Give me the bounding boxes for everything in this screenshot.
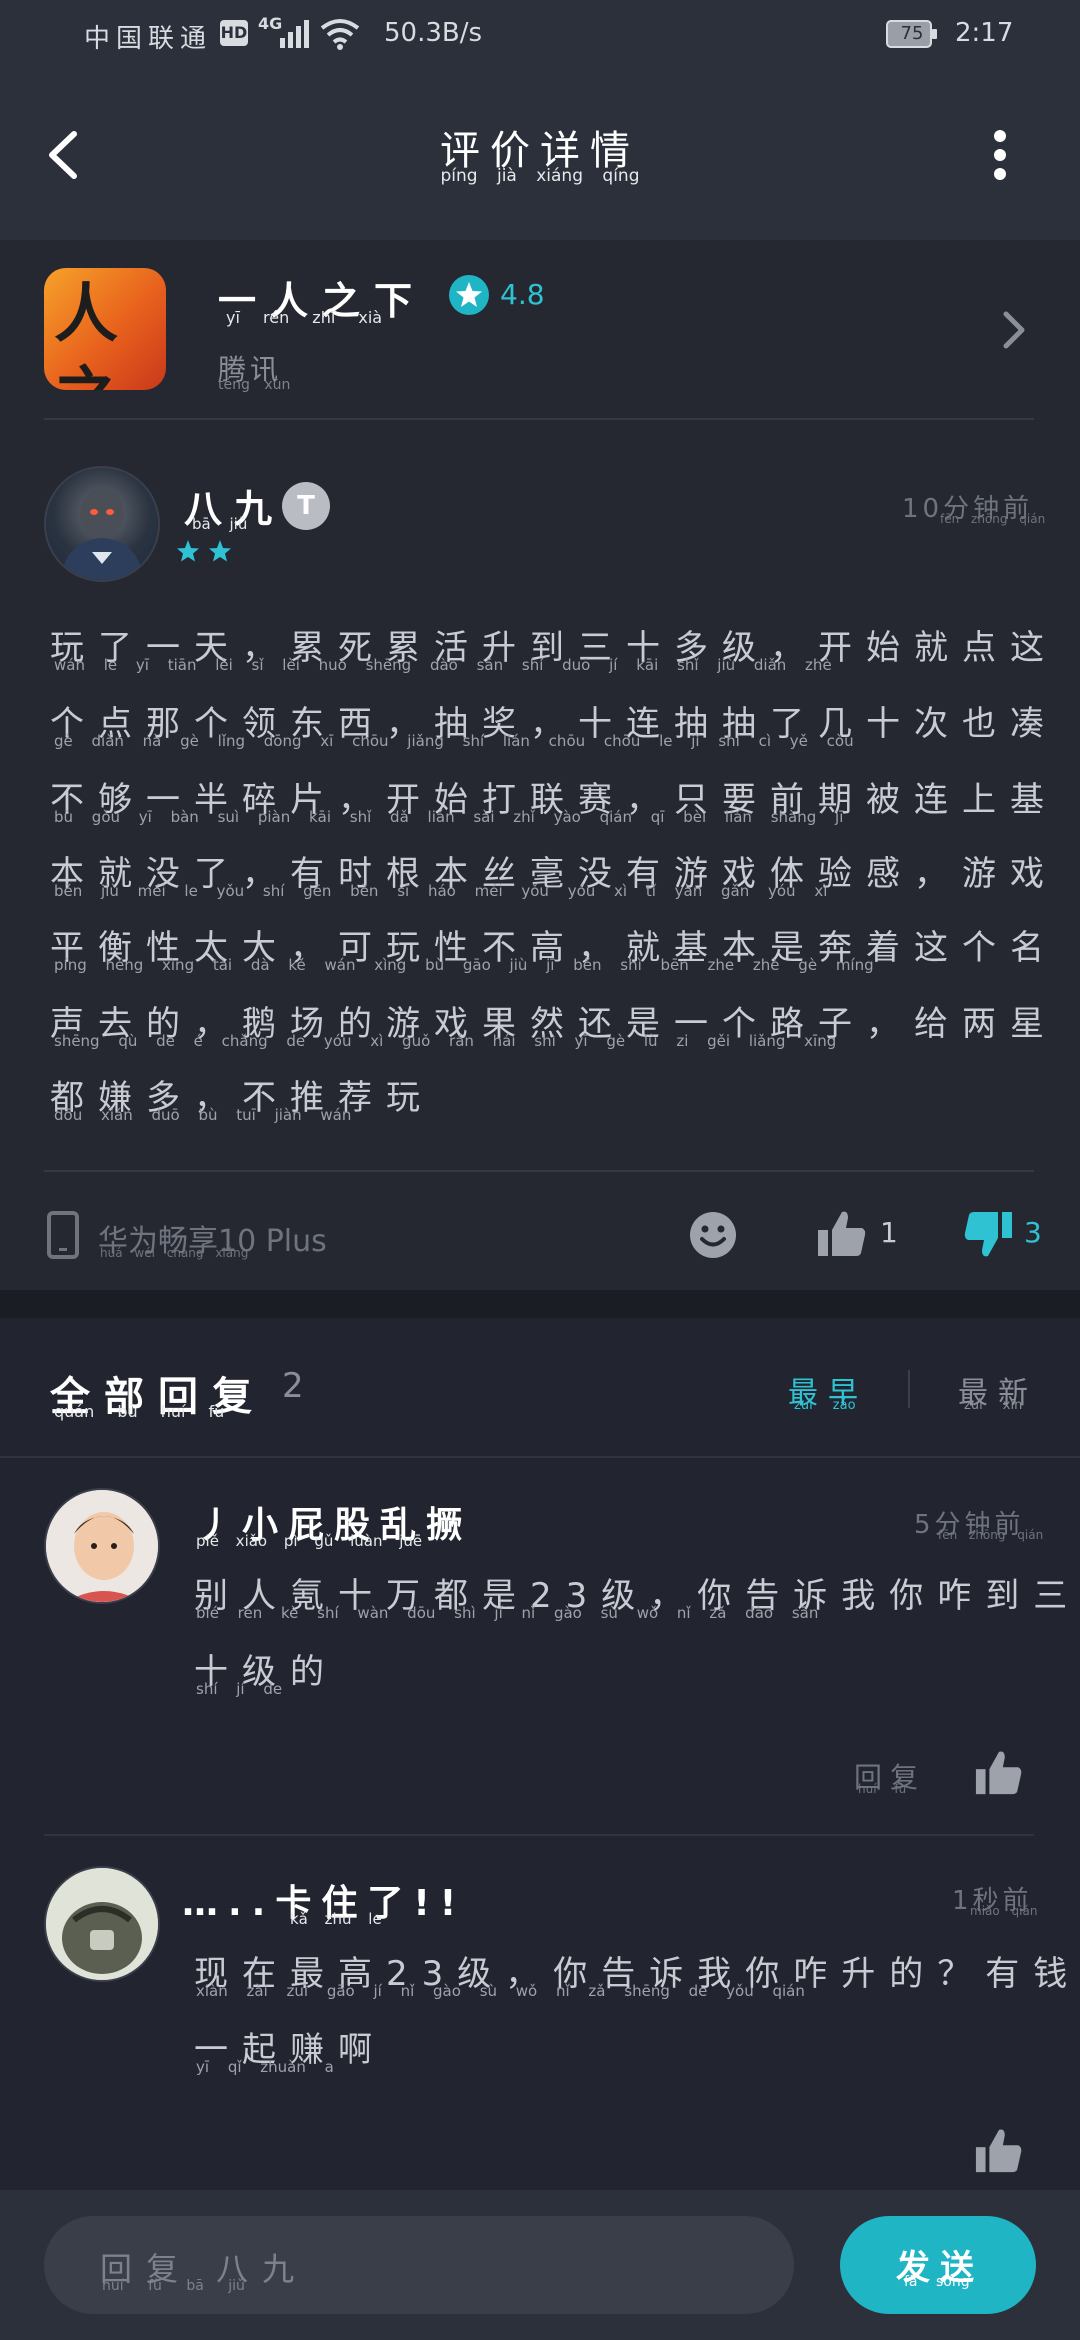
app-publisher-pinyin: téng xùn	[218, 377, 291, 393]
more-vertical-icon[interactable]	[980, 120, 1020, 190]
thumbs-up-icon[interactable]	[974, 1748, 1024, 1798]
divider	[0, 1456, 1080, 1458]
reply-author-pinyin: piě xiǎo pì gǔ luàn juē	[196, 1532, 423, 1550]
review-pinyin-line: dōu xián duō bù tuī jiàn wán	[54, 1106, 352, 1124]
replies-count: 2	[282, 1366, 304, 1406]
star-icon	[449, 275, 489, 315]
reply-avatar[interactable]	[44, 1866, 160, 1982]
send-button-pinyin: fā sòng	[904, 2274, 970, 2290]
sort-earliest-pinyin: zuì zǎo	[794, 1398, 856, 1413]
divider	[44, 1834, 1034, 1836]
reply-author-pinyin: kǎ zhù le	[290, 1910, 382, 1928]
reply-respond-pinyin: huí fù	[858, 1782, 907, 1796]
reply-avatar[interactable]	[44, 1488, 160, 1604]
level-badge: T	[282, 482, 330, 530]
star-icon	[177, 540, 199, 562]
wifi-icon	[320, 19, 360, 50]
device-name-pinyin: huá wéi chàng xiǎng	[100, 1246, 249, 1260]
divider	[44, 1170, 1034, 1172]
chevron-right-icon[interactable]	[998, 308, 1028, 352]
star-icon	[209, 540, 231, 562]
page-title-pinyin: píng jià xiáng qíng	[440, 166, 640, 186]
like-count: 1	[880, 1216, 898, 1249]
hd-badge: HD	[220, 20, 248, 46]
phone-icon	[47, 1211, 79, 1259]
thumbs-up-icon[interactable]	[816, 1208, 868, 1260]
review-pinyin-line: shēng qù de é chǎng de yóu xì guǒ rán há…	[54, 1032, 837, 1050]
battery-level: 75	[900, 23, 924, 44]
reply-time-pinyin: miǎo qián	[970, 1904, 1038, 1918]
review-pinyin-line: bù gòu yī bàn suì piàn kāi shǐ dǎ lián s…	[54, 808, 844, 826]
reply-pinyin-line: bié rén kè shí wàn dōu shì jí nǐ gào sù …	[196, 1604, 819, 1622]
back-arrow-icon[interactable]	[40, 120, 90, 190]
dislike-count: 3	[1024, 1216, 1042, 1249]
reply-time-pinyin: fēn zhōng qián	[938, 1528, 1044, 1542]
carrier-label: 中国联通	[84, 24, 213, 54]
replies-title-pinyin: quán bù huí fù	[54, 1402, 225, 1421]
reviewer-avatar[interactable]	[44, 466, 160, 582]
review-pinyin-line: běn jiù méi le yǒu shí gēn běn sī háo mé…	[54, 882, 828, 900]
app-icon[interactable]: 人之下	[44, 268, 166, 390]
review-pinyin-line: gè diǎn nà gè lǐng dōng xī chōu jiǎng sh…	[54, 732, 854, 750]
review-card	[0, 240, 1080, 1290]
sort-latest-pinyin: zuì xīn	[964, 1398, 1023, 1413]
reply-input-pinyin: huí fù bā jiǔ	[102, 2278, 245, 2294]
clock: 2:17	[955, 18, 1014, 48]
app-rating: 4.8	[500, 278, 545, 311]
smiley-icon[interactable]	[688, 1210, 738, 1260]
divider	[908, 1370, 910, 1408]
replies-panel	[0, 1318, 1080, 2190]
network-speed: 50.3B/s	[384, 18, 483, 48]
reply-pinyin-line: shí jí de	[196, 1680, 283, 1698]
thumbs-down-icon[interactable]	[962, 1208, 1014, 1260]
reviewer-name-pinyin: bā jiǔ	[192, 515, 248, 533]
rating-stars	[177, 540, 231, 562]
review-time-pinyin: fēn zhōng qián	[940, 512, 1046, 526]
app-icon-logo: 人之下	[54, 278, 118, 390]
divider	[44, 418, 1034, 420]
review-pinyin-line: wán le yī tiān lèi sǐ lèi huó shēng dào …	[54, 656, 832, 674]
thumbs-up-icon[interactable]	[974, 2126, 1024, 2176]
reply-pinyin-line: xiàn zài zuì gāo jí nǐ gào sù wǒ nǐ zǎ s…	[196, 1982, 805, 2000]
app-name-pinyin: yī rén zhī xià	[226, 308, 383, 327]
reply-pinyin-line: yī qǐ zhuàn a	[196, 2058, 334, 2076]
signal-icon	[280, 20, 309, 48]
review-pinyin-line: píng héng xìng tài dà kě wán xìng bù gāo…	[54, 956, 874, 974]
section-separator	[0, 1290, 1080, 1318]
